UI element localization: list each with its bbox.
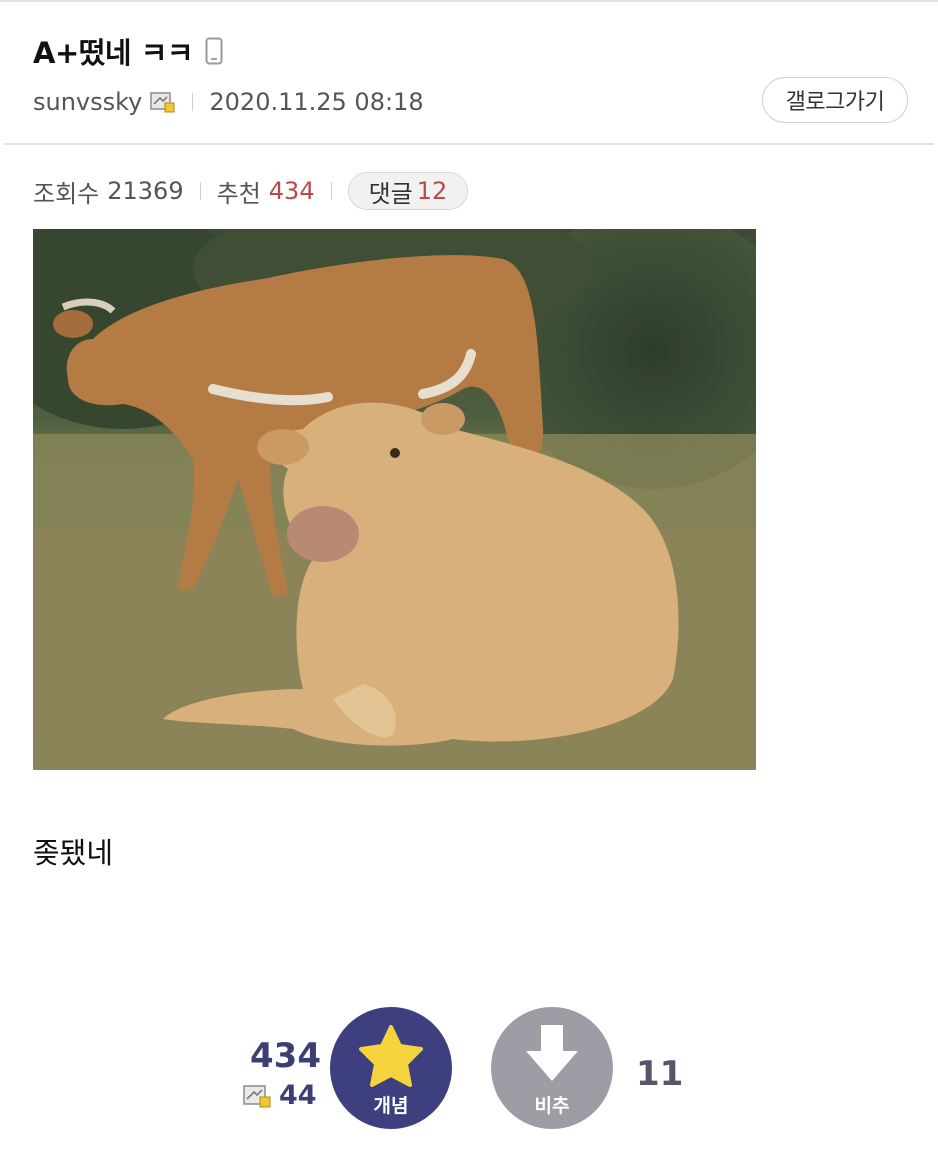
downvote-button[interactable]: 비추 (491, 1007, 613, 1129)
upvote-button[interactable]: 개념 (330, 1007, 452, 1129)
post-body-text: 좆됐네 (33, 836, 114, 870)
upvote-label: 개념 (373, 1095, 409, 1117)
header-divider (4, 143, 934, 145)
gallog-button[interactable]: 갤로그가기 (762, 77, 908, 123)
post-date: 2020.11.25 08:18 (209, 88, 424, 116)
comments-label: 댓글 (368, 179, 413, 208)
vote-area: 434 44 개념 비추 11 (0, 1000, 938, 1150)
gallog-icon (243, 1084, 273, 1108)
downvote-count: 11 (636, 1054, 684, 1094)
mobile-icon (205, 37, 223, 65)
post-header: A+떴네 ㅋㅋ sunvssky 2020.11.25 08:18 갤로그가기 (0, 2, 938, 144)
meta-row: sunvssky 2020.11.25 08:18 (33, 88, 424, 116)
comments-button[interactable]: 댓글 12 (347, 172, 469, 210)
comments-count: 12 (416, 177, 448, 205)
stats-row: 조회수 21369 추천 434 댓글 12 (33, 172, 469, 210)
views-label: 조회수 (33, 179, 100, 208)
views-count: 21369 (107, 177, 184, 205)
upvote-count: 434 (250, 1036, 321, 1076)
recommend-count: 434 (268, 177, 315, 205)
post-image-cows (33, 229, 756, 770)
stats-separator (199, 182, 201, 200)
meta-separator (192, 93, 194, 111)
title-row: A+떴네 ㅋㅋ (33, 30, 223, 72)
fixed-upvote-row: 44 (243, 1080, 317, 1111)
post-title: A+떴네 ㅋㅋ (33, 36, 194, 70)
fixed-upvote-count: 44 (279, 1080, 317, 1111)
stats-separator (330, 182, 332, 200)
gallog-icon[interactable] (150, 91, 176, 113)
recommend-label: 추천 (216, 179, 261, 208)
downvote-label: 비추 (534, 1095, 570, 1117)
author-name[interactable]: sunvssky (33, 88, 142, 116)
